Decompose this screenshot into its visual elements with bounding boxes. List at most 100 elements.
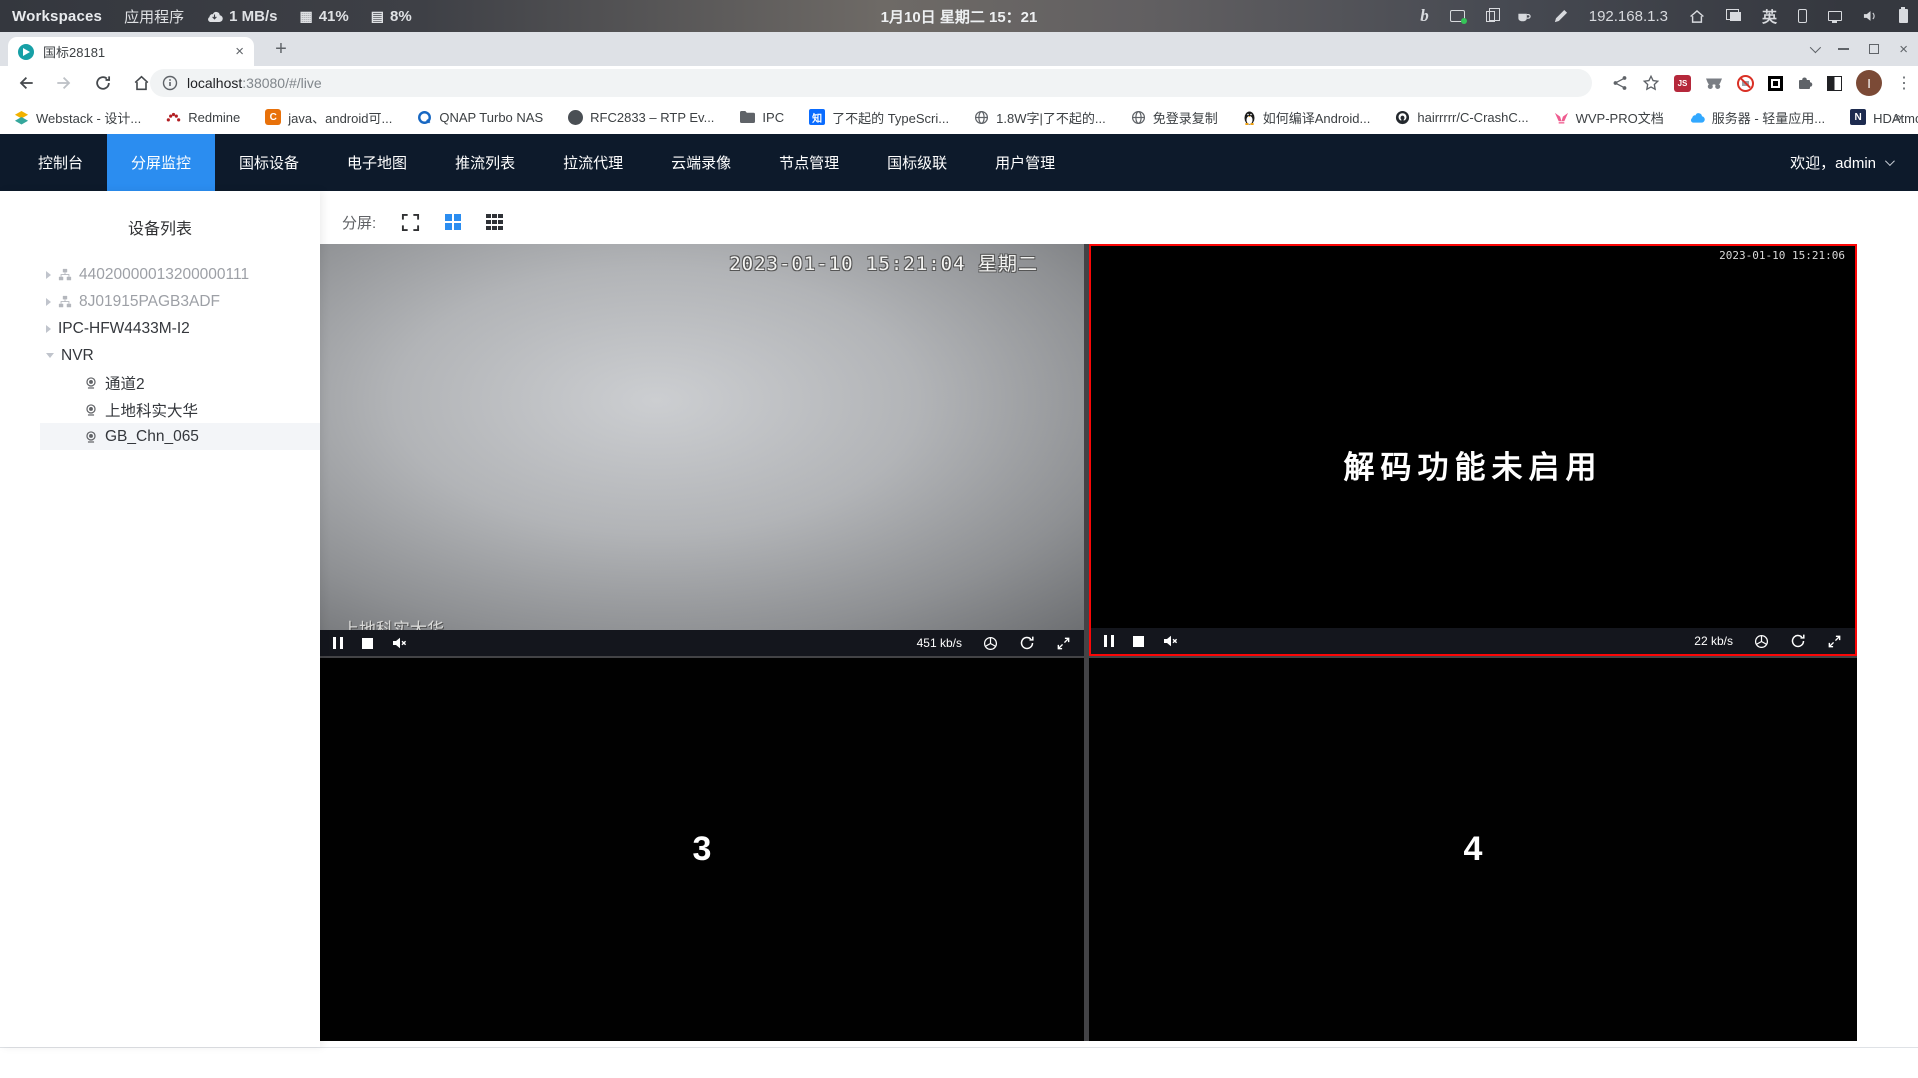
applications-menu-button[interactable]: 应用程序 <box>124 6 184 27</box>
bookmark-hdatmos[interactable]: N HDAtmos :: 种子 *... <box>1850 108 1918 127</box>
nav-tab-node-manage[interactable]: 节点管理 <box>755 134 863 191</box>
coffee-tray-icon[interactable] <box>1516 9 1532 24</box>
window-close-icon[interactable]: × <box>1899 41 1908 58</box>
bookmark-compile-android[interactable]: 如何编译Android... <box>1243 108 1370 127</box>
screenshot-tray-icon[interactable] <box>1449 10 1467 24</box>
address-bar[interactable]: localhost:38080/#/live <box>150 69 1592 97</box>
reload-icon[interactable] <box>94 74 112 92</box>
mute-icon[interactable] <box>392 637 408 649</box>
mute-icon[interactable] <box>1163 635 1179 647</box>
stop-icon[interactable] <box>1133 635 1144 647</box>
bookmark-ipc-folder[interactable]: IPC <box>739 110 784 125</box>
user-menu[interactable]: 欢迎，admin <box>1790 134 1895 191</box>
clipboard-tray-icon[interactable] <box>1485 7 1500 22</box>
video-cell-4-empty[interactable]: 4 <box>1089 658 1857 1041</box>
workspaces-button[interactable]: Workspaces <box>12 8 102 25</box>
bookmarks-bar: Webstack - 设计... Redmine C java、android可… <box>0 100 1918 134</box>
bookmark-webstack[interactable]: Webstack - 设计... <box>14 108 141 127</box>
volume-tray-icon[interactable] <box>1863 10 1878 22</box>
fullscreen-icon[interactable] <box>1827 634 1842 649</box>
bookmark-typescript-zhihu[interactable]: 知 了不起的 TypeScri... <box>809 108 949 127</box>
refresh-icon[interactable] <box>1790 633 1806 649</box>
video-cell-1[interactable]: 2023-01-10 15:21:04 星期二 上地科实大华 451 kb/s <box>320 244 1084 656</box>
json-viewer-extension-icon[interactable]: JS <box>1674 74 1691 92</box>
bookmark-redmine[interactable]: Redmine <box>166 110 240 125</box>
tab-close-icon[interactable]: × <box>235 43 244 60</box>
window-minimize-icon[interactable] <box>1838 48 1850 50</box>
refresh-icon[interactable] <box>1019 635 1035 651</box>
nav-tab-pull-proxy[interactable]: 拉流代理 <box>539 134 647 191</box>
pause-icon[interactable] <box>1104 635 1114 647</box>
input-method-indicator[interactable]: 英 <box>1762 6 1777 27</box>
bookmark-lightweight-server[interactable]: 服务器 - 轻量应用... <box>1689 108 1825 127</box>
tree-node-device-2[interactable]: 8J01915PAGB3ADF <box>0 288 320 315</box>
ip-address-indicator[interactable]: 192.168.1.3 <box>1589 8 1668 25</box>
camera-blocked-extension-icon[interactable] <box>1737 74 1754 92</box>
site-info-icon[interactable] <box>162 75 178 91</box>
bing-tray-icon[interactable]: b <box>1420 6 1429 26</box>
nav-tab-push-list[interactable]: 推流列表 <box>431 134 539 191</box>
clock[interactable]: 1月10日 星期二 15：21 <box>881 6 1038 27</box>
caret-right-icon[interactable] <box>46 270 51 279</box>
tree-node-ipc[interactable]: IPC-HFW4433M-I2 <box>0 315 320 342</box>
single-screen-icon[interactable] <box>401 213 420 232</box>
battery-tray-icon[interactable] <box>1899 7 1908 23</box>
grid-3x3-icon[interactable] <box>486 213 503 231</box>
nav-tab-gb-devices[interactable]: 国标设备 <box>215 134 323 191</box>
caret-right-icon[interactable] <box>46 297 51 306</box>
share-icon[interactable] <box>1612 75 1628 91</box>
bookmark-wvp-docs[interactable]: WVP-PRO文档 <box>1554 108 1664 127</box>
settings-aperture-icon[interactable] <box>983 636 998 651</box>
extensions-puzzle-icon[interactable] <box>1797 75 1813 91</box>
pen-tray-icon[interactable] <box>1553 9 1568 24</box>
memory-usage-indicator[interactable]: ▤ 8% <box>371 8 412 25</box>
nav-tab-map[interactable]: 电子地图 <box>323 134 431 191</box>
globe-icon <box>974 110 989 125</box>
pause-icon[interactable] <box>333 637 343 649</box>
forward-icon[interactable] <box>55 74 74 92</box>
video-cell-2-selected[interactable]: 2023-01-10 15:21:06 解码功能未启用 22 kb/s <box>1089 244 1857 656</box>
bookmark-java-android[interactable]: C java、android可... <box>265 108 392 127</box>
browser-tab[interactable]: 国标28181 × <box>8 37 254 66</box>
caret-down-icon[interactable] <box>46 353 54 358</box>
network-speed-indicator[interactable]: 1 MB/s <box>206 8 277 25</box>
bookmark-copy-free[interactable]: 免登录复制 <box>1131 108 1218 127</box>
stop-icon[interactable] <box>362 637 373 649</box>
browser-menu-icon[interactable]: ⋮ <box>1896 73 1912 93</box>
bookmark-github-crash[interactable]: hairrrrr/C-CrashC... <box>1395 110 1529 125</box>
bookmark-18w-article[interactable]: 1.8W字|了不起的... <box>974 108 1106 127</box>
grid-2x2-icon[interactable] <box>445 214 462 230</box>
nav-tab-user-manage[interactable]: 用户管理 <box>971 134 1079 191</box>
incognito-extension-icon[interactable] <box>1705 77 1723 90</box>
home-icon[interactable] <box>132 74 151 92</box>
caret-right-icon[interactable] <box>46 324 51 333</box>
video-cell-3-empty[interactable]: 3 <box>320 658 1084 1041</box>
tree-node-nvr[interactable]: NVR <box>0 342 320 369</box>
nav-tab-gb-cascade[interactable]: 国标级联 <box>863 134 971 191</box>
tree-channel-3[interactable]: GB_Chn_065 <box>40 423 320 450</box>
bookmark-star-icon[interactable] <box>1642 74 1660 92</box>
settings-aperture-icon[interactable] <box>1754 634 1769 649</box>
tab-search-chevron-icon[interactable] <box>1809 41 1822 54</box>
bookmarks-overflow-chevron[interactable]: » <box>1894 109 1902 126</box>
nav-tab-split-monitor[interactable]: 分屏监控 <box>107 134 216 191</box>
tree-node-device-1[interactable]: 44020000013200000111 <box>0 261 320 288</box>
fullscreen-icon[interactable] <box>1056 636 1071 651</box>
windows-tray-icon[interactable] <box>1725 8 1741 21</box>
tree-channel-2[interactable]: 上地科实大华 <box>40 396 320 423</box>
cpu-usage-indicator[interactable]: ▦ 41% <box>299 8 348 25</box>
home-tray-icon[interactable] <box>1689 9 1705 24</box>
back-icon[interactable] <box>16 74 35 92</box>
tree-channel-1[interactable]: 通道2 <box>40 369 320 396</box>
bookmark-qnap[interactable]: QNAP Turbo NAS <box>417 110 543 125</box>
nav-tab-console[interactable]: 控制台 <box>14 134 107 191</box>
window-maximize-icon[interactable] <box>1869 44 1880 54</box>
nav-tab-cloud-record[interactable]: 云端录像 <box>647 134 755 191</box>
dark-reader-extension-icon[interactable] <box>1768 75 1783 91</box>
phone-tray-icon[interactable] <box>1798 9 1807 23</box>
bookmark-rfc2833[interactable]: RFC2833 – RTP Ev... <box>568 109 714 125</box>
display-tray-icon[interactable] <box>1828 11 1842 23</box>
new-tab-button[interactable]: + <box>268 37 294 63</box>
contrast-extension-icon[interactable] <box>1827 75 1842 91</box>
profile-avatar[interactable]: I <box>1856 70 1882 96</box>
